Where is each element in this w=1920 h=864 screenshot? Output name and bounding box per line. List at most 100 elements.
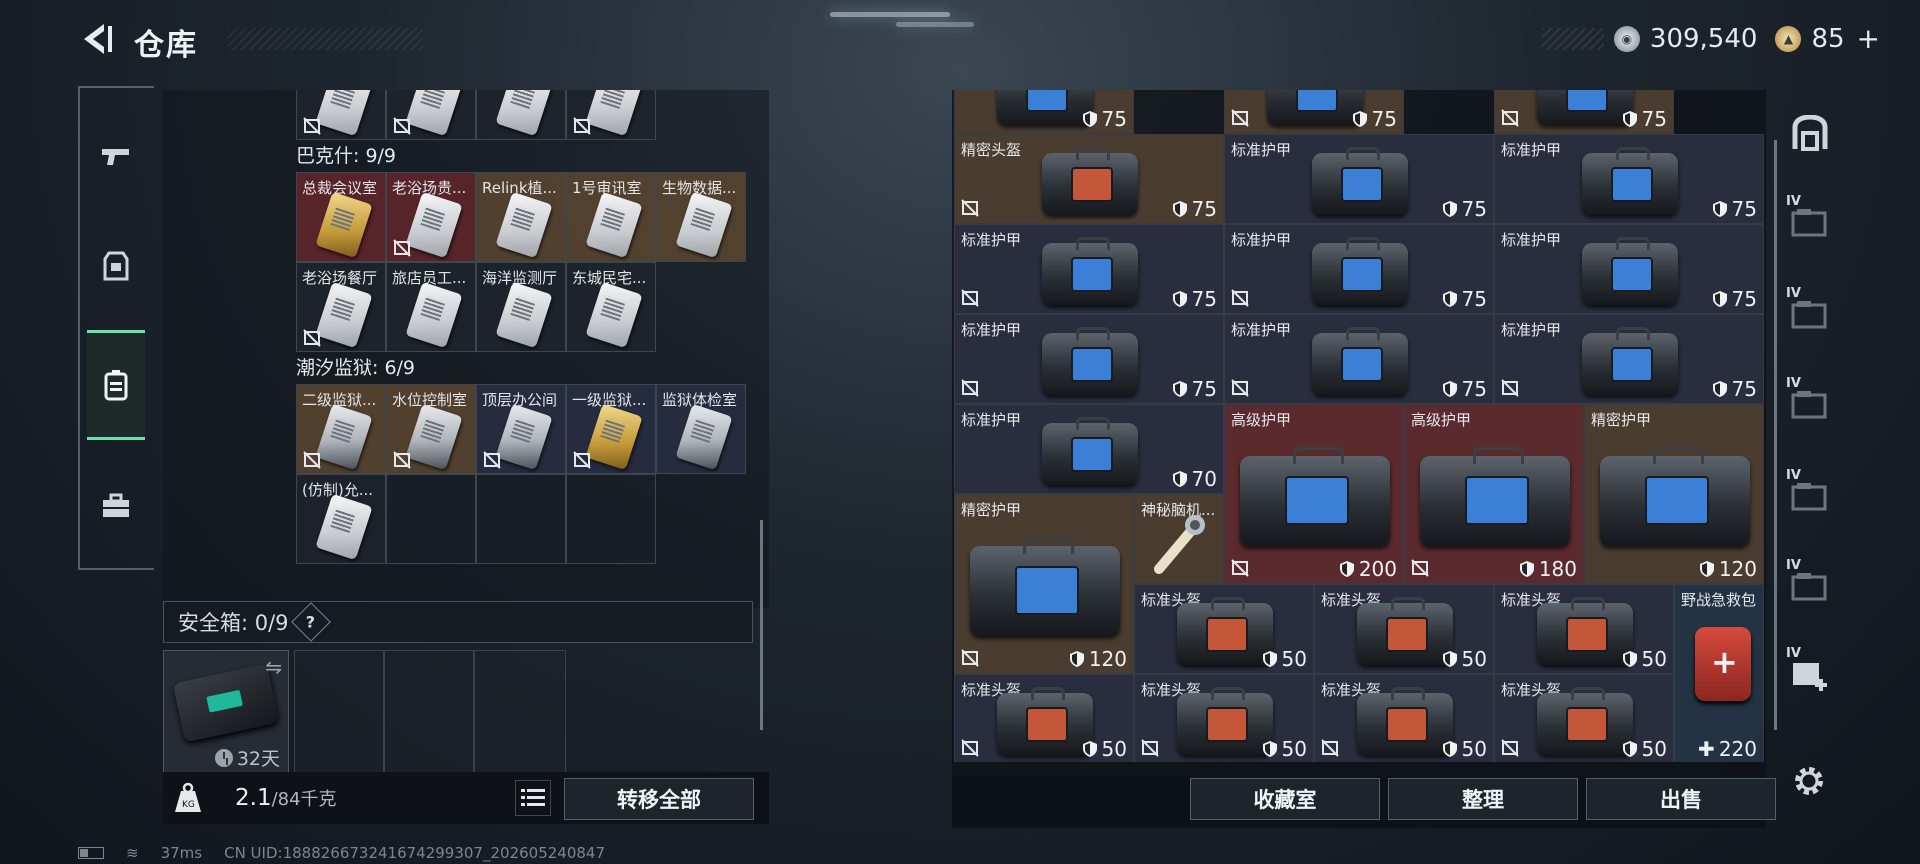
- stash-scrollbar[interactable]: [760, 520, 763, 730]
- key-card-slot[interactable]: 老浴场餐厅: [296, 262, 386, 352]
- settings-gear-icon[interactable]: [1790, 762, 1828, 800]
- armor-bag-icon: [1312, 146, 1408, 215]
- add-currency-button[interactable]: +: [1857, 22, 1880, 55]
- gold-coin-icon: ▲: [1775, 25, 1802, 52]
- group-grid-bakshi: 总裁会议室 老浴场贵... Relink植... 1号审讯室 生物数据... 老…: [296, 172, 746, 352]
- keycard-icon: [315, 281, 373, 349]
- title-decoration: [228, 28, 423, 50]
- no-trade-icon: [393, 239, 411, 257]
- swap-icon[interactable]: ⇋: [265, 655, 282, 679]
- armor-item-slot[interactable]: 精密头盔 75: [954, 134, 1224, 224]
- armor-item-slot[interactable]: 标准头盔 50: [1134, 584, 1314, 674]
- stash-tab-tab-2[interactable]: IV: [1782, 284, 1838, 344]
- tab-level: IV: [1786, 646, 1801, 661]
- stash-tab-tab-1[interactable]: IV: [1782, 192, 1838, 252]
- key-card-slot[interactable]: 生物数据...: [656, 172, 746, 262]
- key-card-slot[interactable]: 海洋监测厅: [476, 262, 566, 352]
- armor-item-slot[interactable]: 高级护甲 180: [1404, 404, 1584, 584]
- key-card-slot[interactable]: 水位控制室: [386, 384, 476, 474]
- tab-armor[interactable]: [88, 226, 144, 306]
- no-trade-icon: [303, 451, 321, 469]
- armor-item-slot[interactable]: 标准护甲 75: [1224, 314, 1494, 404]
- key-card-slot[interactable]: 总裁会议室: [296, 172, 386, 262]
- tab-storage[interactable]: [87, 330, 145, 440]
- key-card-slot[interactable]: 顶层办公间: [476, 384, 566, 474]
- armor-item-slot[interactable]: 标准头盔 50: [1314, 584, 1494, 674]
- armor-item-slot[interactable]: 标准护甲 70: [954, 404, 1224, 494]
- armor-item-slot[interactable]: 标准护甲 75: [1494, 134, 1764, 224]
- durability-shield-icon: [1442, 291, 1457, 307]
- key-card-slot[interactable]: [296, 90, 386, 140]
- armor-item-slot[interactable]: 75: [954, 90, 1134, 134]
- durability: 75: [1442, 197, 1487, 221]
- safebox-case-slot[interactable]: ⇋ 32天: [163, 650, 289, 776]
- armor-bag-icon: [1042, 236, 1138, 305]
- tab-tools[interactable]: [88, 466, 144, 546]
- item-name: 标准护甲: [961, 231, 1022, 249]
- durability-value: 50: [1461, 647, 1487, 671]
- help-button[interactable]: ?: [290, 602, 331, 642]
- keycard-icon: [405, 191, 463, 259]
- key-card-slot[interactable]: 旅店员工...: [386, 262, 476, 352]
- key-card-slot[interactable]: 一级监狱...: [566, 384, 656, 474]
- armor-item-slot[interactable]: 精密护甲 120: [954, 494, 1134, 674]
- key-card-slot[interactable]: [476, 90, 566, 140]
- key-card-slot[interactable]: 老浴场贵...: [386, 172, 476, 262]
- key-card-slot[interactable]: [566, 90, 656, 140]
- no-trade-icon: [1501, 739, 1519, 757]
- armor-item-slot[interactable]: 标准头盔 50: [1134, 674, 1314, 762]
- armor-item-slot[interactable]: 标准头盔 50: [1494, 584, 1674, 674]
- armor-bag-icon: [1537, 596, 1633, 665]
- armor-item-slot[interactable]: 标准护甲 75: [1494, 314, 1764, 404]
- back-button[interactable]: [78, 20, 114, 58]
- armor-item-slot[interactable]: 75: [1224, 90, 1404, 134]
- armor-item-slot[interactable]: 高级护甲 200: [1224, 404, 1404, 584]
- key-card-slot[interactable]: (仿制)允...: [296, 474, 386, 564]
- armor-bag-icon: [1420, 447, 1570, 546]
- item-name: 高级护甲: [1411, 411, 1472, 429]
- group-label-bakshi: 巴克什: 9/9: [296, 145, 397, 167]
- inventory-scrollbar[interactable]: [1774, 140, 1777, 730]
- durability: 50: [1442, 737, 1487, 761]
- wifi-icon: ≋: [126, 844, 139, 862]
- key-card-slot[interactable]: 监狱体检室: [656, 384, 746, 474]
- transfer-all-button[interactable]: 转移全部: [564, 778, 754, 820]
- key-card-slot[interactable]: 二级监狱...: [296, 384, 386, 474]
- key-card-slot[interactable]: Relink植...: [476, 172, 566, 262]
- armor-rack-tab-0[interactable]: [1782, 104, 1838, 164]
- tab-weapons[interactable]: [88, 116, 144, 196]
- currency-decoration: [1541, 27, 1604, 50]
- stash-tab-tab-5[interactable]: IV: [1782, 556, 1838, 616]
- armor-item-slot[interactable]: 标准护甲 75: [954, 224, 1224, 314]
- key-card-slot[interactable]: 东城民宅...: [566, 262, 656, 352]
- armor-item-slot[interactable]: 标准头盔 50: [954, 674, 1134, 762]
- sell-button[interactable]: 出售: [1586, 778, 1776, 820]
- no-trade-icon: [961, 289, 979, 307]
- armor-item-slot[interactable]: 标准护甲 75: [1224, 224, 1494, 314]
- medkit-icon: [1695, 627, 1751, 701]
- stash-tab-tab-3[interactable]: IV: [1782, 374, 1838, 434]
- collection-room-button[interactable]: 收藏室: [1190, 778, 1380, 820]
- keycard-icon: [495, 191, 553, 259]
- durability-shield-icon: [1442, 381, 1457, 397]
- armor-bag-icon: [1357, 686, 1453, 755]
- stash-tab-tab-4[interactable]: IV: [1782, 466, 1838, 526]
- stash-add-tab-6[interactable]: IV: [1782, 644, 1838, 704]
- armor-item-slot[interactable]: 标准护甲 75: [1494, 224, 1764, 314]
- key-card-slot[interactable]: [386, 90, 476, 140]
- armor-bag-icon: [1177, 596, 1273, 665]
- armor-item-slot[interactable]: 标准护甲 75: [954, 314, 1224, 404]
- armor-item-slot[interactable]: 标准护甲 75: [1224, 134, 1494, 224]
- armor-item-slot[interactable]: 75: [1494, 90, 1674, 134]
- durability: 50: [1442, 647, 1487, 671]
- sort-button[interactable]: 整理: [1388, 778, 1578, 820]
- armor-item-slot[interactable]: 精密护甲 120: [1584, 404, 1764, 584]
- armor-item-slot[interactable]: 标准头盔 50: [1494, 674, 1674, 762]
- keycard-icon: [585, 191, 643, 259]
- list-view-button[interactable]: [515, 780, 551, 816]
- armor-item-slot[interactable]: 标准头盔 50: [1314, 674, 1494, 762]
- medkit-item-slot[interactable]: 野战急救包 ✚220: [1674, 584, 1764, 762]
- key-card-slot[interactable]: 1号审讯室: [566, 172, 656, 262]
- armor-bag-icon: [1600, 447, 1750, 546]
- neuro-device-slot[interactable]: 神秘脑机...: [1134, 494, 1224, 584]
